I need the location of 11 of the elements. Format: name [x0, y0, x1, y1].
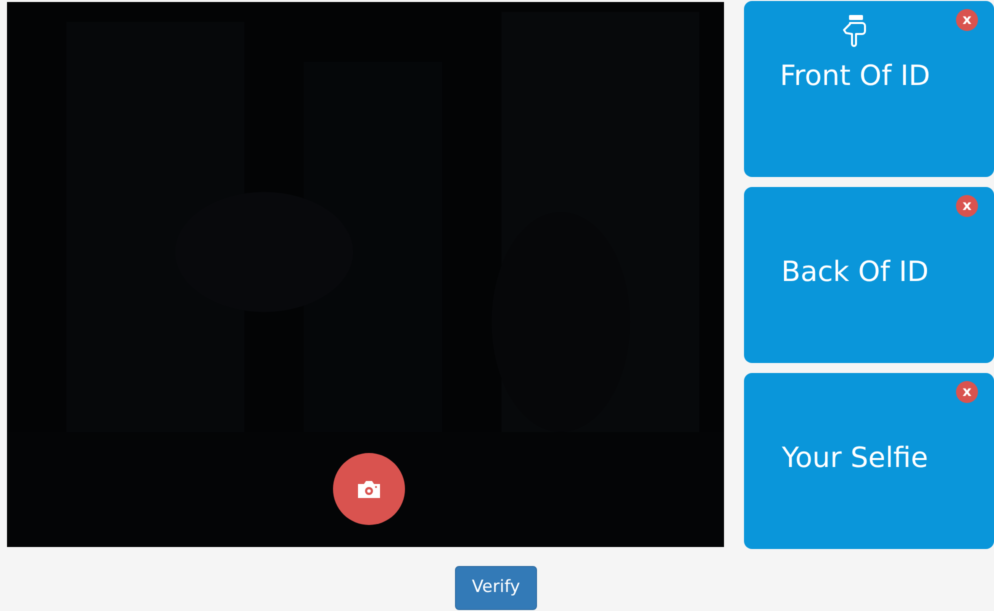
- verify-button[interactable]: Verify: [454, 566, 538, 610]
- close-button[interactable]: x: [956, 195, 978, 217]
- card-title: Your Selfie: [782, 441, 928, 474]
- upload-card[interactable]: Front Of ID x: [744, 1, 994, 177]
- card-title: Back Of ID: [781, 255, 929, 288]
- close-button[interactable]: x: [956, 381, 978, 403]
- card-title: Front Of ID: [780, 59, 930, 92]
- camera-icon: [356, 479, 382, 499]
- upload-card[interactable]: Your Selfie x: [744, 373, 994, 549]
- close-button[interactable]: x: [956, 9, 978, 31]
- upload-card[interactable]: Back Of ID x: [744, 187, 994, 363]
